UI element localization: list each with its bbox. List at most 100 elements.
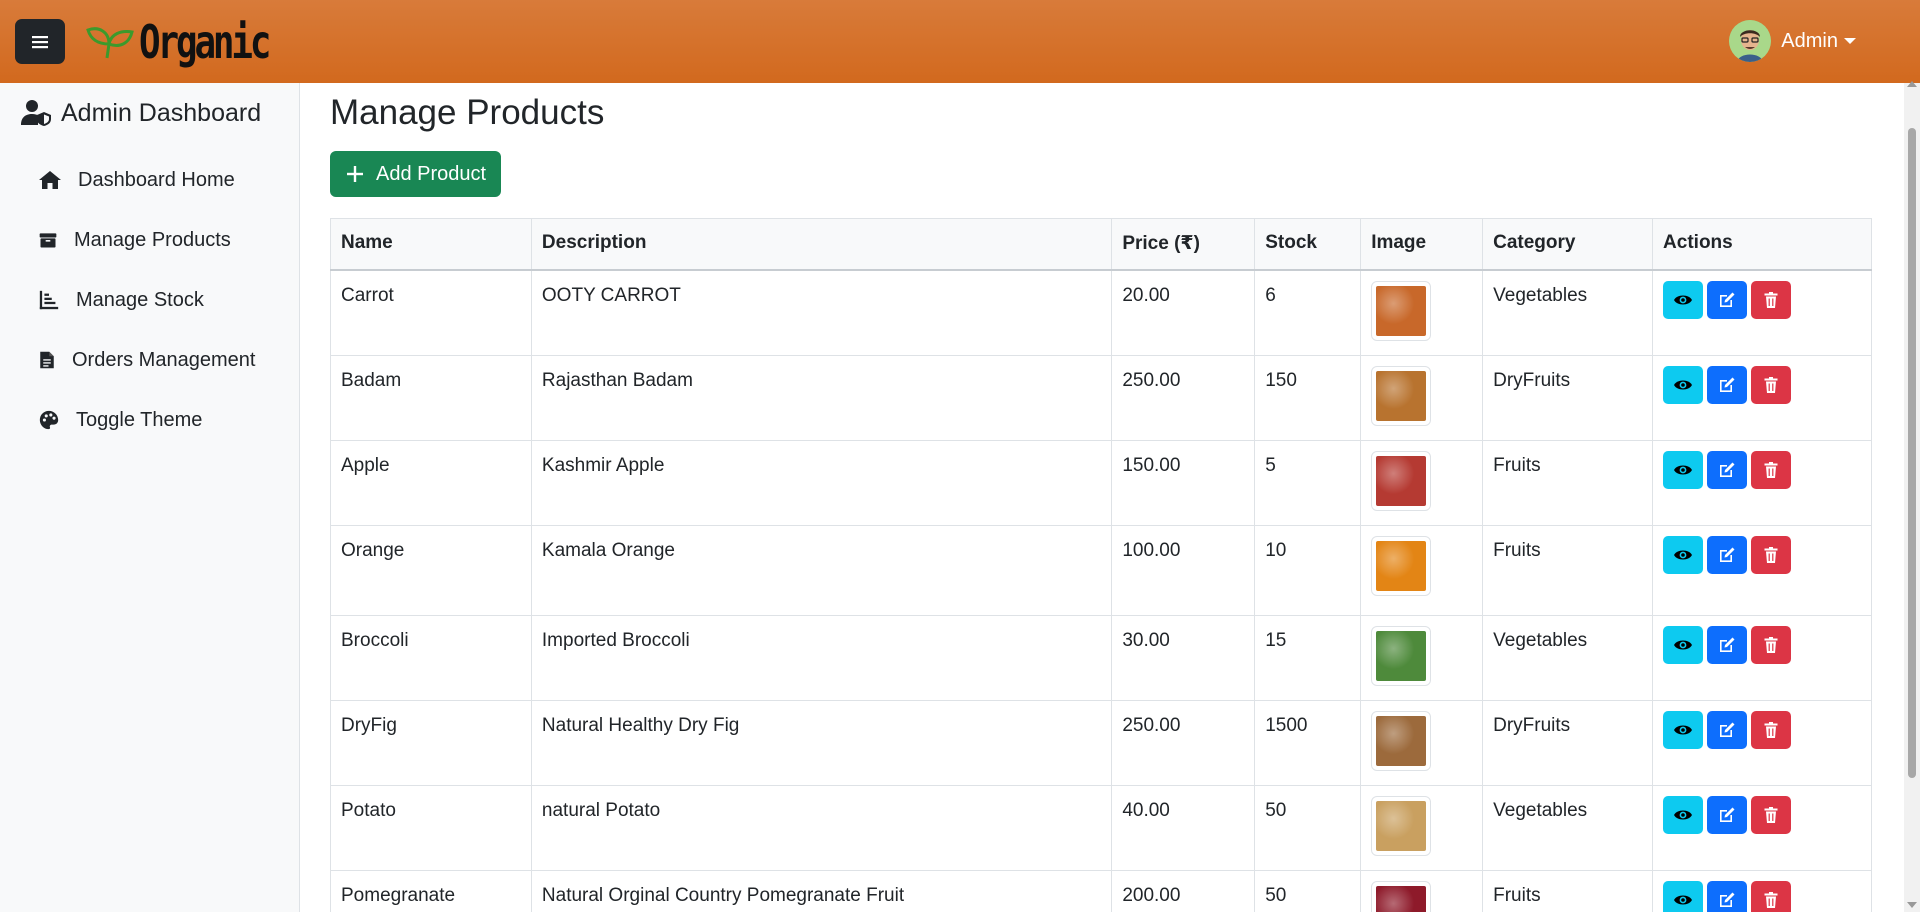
delete-button[interactable] <box>1751 625 1792 664</box>
table-row: Apple Kashmir Apple 150.00 5 Fruits <box>330 439 1872 526</box>
product-image-cell <box>1360 354 1484 441</box>
trash-icon <box>1764 291 1778 308</box>
top-navbar: Organic Admin <box>0 0 1920 83</box>
product-actions-cell <box>1652 699 1872 786</box>
product-image-cell <box>1360 269 1484 356</box>
edit-button[interactable] <box>1707 710 1748 749</box>
view-button[interactable] <box>1663 535 1704 574</box>
product-category-cell: Vegetables <box>1482 614 1654 701</box>
bar-chart-icon <box>39 290 59 310</box>
home-icon <box>39 171 61 189</box>
product-name-cell: Orange <box>330 524 532 616</box>
view-button[interactable] <box>1663 365 1704 404</box>
scrollbar-thumb[interactable] <box>1908 128 1916 778</box>
eye-icon <box>1674 725 1693 734</box>
product-name-cell: Badam <box>330 354 532 441</box>
fig-image <box>1371 710 1432 771</box>
product-thumbnail <box>1376 455 1427 506</box>
user-menu-dropdown[interactable]: Admin <box>1729 20 1856 62</box>
brand-logo[interactable]: Organic <box>85 15 305 69</box>
product-name-cell: Carrot <box>330 269 532 356</box>
column-header-category: Category <box>1482 218 1654 271</box>
edit-button[interactable] <box>1707 280 1748 319</box>
edit-icon <box>1720 722 1735 737</box>
product-actions-cell <box>1652 524 1872 616</box>
product-actions-cell <box>1652 269 1872 356</box>
product-image-cell <box>1360 784 1484 871</box>
sidebar-item-label: Manage Products <box>74 228 231 251</box>
table-row: Pomegranate Natural Orginal Country Pomeg… <box>330 869 1872 912</box>
sidebar-item-toggle-theme[interactable]: Toggle Theme <box>0 390 299 450</box>
carrot-image <box>1371 280 1432 341</box>
delete-button[interactable] <box>1751 880 1792 912</box>
view-button[interactable] <box>1663 710 1704 749</box>
user-name: Admin <box>1781 29 1838 52</box>
view-button[interactable] <box>1663 880 1704 912</box>
edit-icon <box>1720 462 1735 477</box>
delete-button[interactable] <box>1751 535 1792 574</box>
view-button[interactable] <box>1663 450 1704 489</box>
product-stock-cell: 15 <box>1254 614 1362 701</box>
sidebar-item-manage-stock[interactable]: Manage Stock <box>0 270 299 330</box>
product-thumbnail <box>1376 285 1427 336</box>
edit-button[interactable] <box>1707 365 1748 404</box>
box-icon <box>39 233 57 248</box>
product-stock-cell: 50 <box>1254 784 1362 871</box>
sidebar-item-orders-management[interactable]: Orders Management <box>0 330 299 390</box>
scroll-down-arrow-icon[interactable] <box>1907 902 1917 908</box>
edit-button[interactable] <box>1707 450 1748 489</box>
product-price-cell: 100.00 <box>1111 524 1256 616</box>
delete-button[interactable] <box>1751 795 1792 834</box>
delete-button[interactable] <box>1751 450 1792 489</box>
table-header-row: Name Description Price (₹) Stock Image C… <box>330 218 1872 271</box>
edit-icon <box>1720 637 1735 652</box>
page-scrollbar[interactable] <box>1904 81 1920 912</box>
product-category-cell: Vegetables <box>1482 269 1654 356</box>
menu-toggle-button[interactable] <box>15 19 65 64</box>
edit-button[interactable] <box>1707 880 1748 912</box>
view-button[interactable] <box>1663 625 1704 664</box>
table-row: DryFig Natural Healthy Dry Fig 250.00 1500 D… <box>330 699 1872 786</box>
product-stock-cell: 1500 <box>1254 699 1362 786</box>
eye-icon <box>1674 895 1693 904</box>
view-button[interactable] <box>1663 280 1704 319</box>
product-image-cell <box>1360 439 1484 526</box>
product-category-cell: DryFruits <box>1482 354 1654 441</box>
view-button[interactable] <box>1663 795 1704 834</box>
product-category-cell: Fruits <box>1482 869 1654 912</box>
delete-button[interactable] <box>1751 280 1792 319</box>
product-thumbnail <box>1376 885 1427 912</box>
column-header-image: Image <box>1360 218 1484 271</box>
edit-button[interactable] <box>1707 535 1748 574</box>
product-image-cell <box>1360 869 1484 912</box>
scroll-up-arrow-icon[interactable] <box>1907 81 1917 87</box>
add-product-button[interactable]: Add Product <box>330 151 501 197</box>
apple-image <box>1371 450 1432 511</box>
table-row: Carrot OOTY CARROT 20.00 6 Vegetables <box>330 269 1872 356</box>
edit-icon <box>1720 892 1735 907</box>
page-title: Manage Products <box>330 93 605 132</box>
product-price-cell: 250.00 <box>1111 354 1256 441</box>
product-name-cell: Broccoli <box>330 614 532 701</box>
edit-icon <box>1720 292 1735 307</box>
sidebar-item-manage-products[interactable]: Manage Products <box>0 210 299 270</box>
eye-icon <box>1674 380 1693 389</box>
sidebar-item-label: Orders Management <box>72 348 256 371</box>
sidebar-item-label: Toggle Theme <box>76 408 203 431</box>
column-header-description: Description <box>530 218 1113 271</box>
column-header-stock: Stock <box>1254 218 1362 271</box>
product-name-cell: DryFig <box>330 699 532 786</box>
product-image-cell <box>1360 524 1484 616</box>
product-description-cell: Imported Broccoli <box>530 614 1113 701</box>
trash-icon <box>1764 546 1778 563</box>
product-name-cell: Apple <box>330 439 532 526</box>
product-thumbnail <box>1376 370 1427 421</box>
product-name-cell: Potato <box>330 784 532 871</box>
edit-button[interactable] <box>1707 795 1748 834</box>
brand-name: Organic <box>139 14 272 69</box>
product-description-cell: natural Potato <box>530 784 1113 871</box>
delete-button[interactable] <box>1751 710 1792 749</box>
sidebar-item-dashboard-home[interactable]: Dashboard Home <box>0 150 299 210</box>
edit-button[interactable] <box>1707 625 1748 664</box>
delete-button[interactable] <box>1751 365 1792 404</box>
